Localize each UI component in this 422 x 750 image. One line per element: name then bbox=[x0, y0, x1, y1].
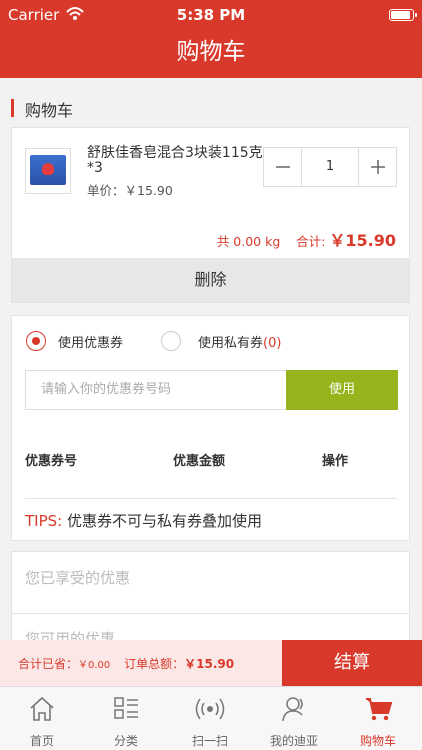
decrease-quantity-button[interactable] bbox=[264, 148, 302, 186]
item-summary: 共 0.00 kg 合计: ￥15.90 bbox=[217, 227, 396, 251]
unit-price: 单价：￥15.90 bbox=[87, 183, 173, 198]
minus-icon bbox=[275, 166, 290, 168]
coupon-tips: TIPS: 优惠券不可与私有券叠加使用 bbox=[25, 510, 262, 531]
tips-text: 优惠券不可与私有券叠加使用 bbox=[67, 512, 263, 530]
cart-section-header: 购物车 bbox=[0, 90, 422, 124]
coupon-code-input[interactable]: 请输入你的优惠券号码 bbox=[25, 370, 287, 410]
battery-icon bbox=[389, 9, 417, 21]
subtotal-label: 合计: bbox=[296, 234, 326, 249]
apply-coupon-button[interactable]: 使用 bbox=[286, 370, 398, 410]
use-private-coupon-radio[interactable] bbox=[161, 331, 181, 351]
tab-my-account[interactable]: 我的迪亚 bbox=[252, 687, 336, 750]
order-total-value: ￥15.90 bbox=[184, 657, 235, 671]
delete-button[interactable]: 删除 bbox=[12, 258, 409, 302]
tab-label: 购物车 bbox=[359, 734, 396, 748]
enjoyed-discounts-title: 您已享受的优惠 bbox=[25, 569, 131, 587]
checkout-bar: 合计已省：￥0.00 订单总额：￥15.90 结算 bbox=[0, 640, 422, 686]
quantity-stepper: 1 bbox=[263, 147, 397, 187]
use-coupon-radio[interactable] bbox=[26, 331, 46, 351]
cart-section-title: 购物车 bbox=[25, 101, 74, 120]
status-bar: Carrier 5:38 PM bbox=[0, 0, 422, 30]
status-time: 5:38 PM bbox=[176, 6, 246, 24]
tab-home[interactable]: 首页 bbox=[0, 687, 84, 750]
quantity-input[interactable]: 1 bbox=[302, 148, 358, 186]
tab-category[interactable]: 分类 bbox=[84, 687, 168, 750]
order-total-label: 订单总额： bbox=[124, 657, 185, 671]
cart-icon bbox=[336, 695, 420, 723]
home-icon bbox=[0, 695, 84, 723]
section-accent-bar bbox=[11, 99, 14, 117]
subtotal-value: ￥15.90 bbox=[329, 231, 396, 250]
product-thumbnail[interactable] bbox=[25, 148, 71, 194]
private-coupon-text: 使用私有券 bbox=[198, 336, 264, 351]
tab-scan[interactable]: 扫一扫 bbox=[168, 687, 252, 750]
tab-label: 扫一扫 bbox=[191, 734, 228, 748]
use-coupon-label[interactable]: 使用优惠券 bbox=[58, 332, 123, 351]
saved-value: ￥0.00 bbox=[78, 660, 111, 671]
checkout-button[interactable]: 结算 bbox=[282, 640, 422, 686]
product-name[interactable]: 舒肤佳香皂混合3块装115克*3 bbox=[87, 146, 277, 176]
page-title: 购物车 bbox=[176, 39, 246, 65]
tab-label: 我的迪亚 bbox=[269, 734, 318, 748]
tab-label: 分类 bbox=[113, 734, 138, 748]
tab-label: 首页 bbox=[29, 734, 54, 748]
plus-icon bbox=[370, 160, 385, 174]
use-private-coupon-label[interactable]: 使用私有券(0) bbox=[198, 332, 281, 351]
divider bbox=[25, 498, 397, 499]
user-icon bbox=[252, 695, 336, 723]
coupon-action-header: 操作 bbox=[322, 454, 349, 469]
coupon-card: 使用优惠券 使用私有券(0) 请输入你的优惠券号码 使用 优惠券号 优惠金额 操… bbox=[11, 315, 410, 541]
discounts-card: 您已享受的优惠 您可用的优惠 bbox=[11, 551, 410, 651]
cart-item-card: 舒肤佳香皂混合3块装115克*3 单价：￥15.90 1 共 0.00 kg 合… bbox=[11, 127, 410, 303]
scan-icon bbox=[168, 695, 252, 723]
saved-label: 合计已省： bbox=[18, 657, 79, 671]
coupon-number-header: 优惠券号 bbox=[25, 454, 78, 469]
item-weight: 共 0.00 kg bbox=[216, 234, 281, 249]
nav-bar: 购物车 bbox=[0, 30, 422, 78]
coupon-amount-header: 优惠金额 bbox=[173, 454, 226, 469]
increase-quantity-button[interactable] bbox=[358, 148, 396, 186]
category-icon bbox=[84, 695, 168, 723]
tab-bar: 首页 分类 扫一扫 我的迪亚 购物车 bbox=[0, 686, 422, 750]
divider bbox=[12, 613, 409, 614]
tips-label: TIPS: bbox=[25, 512, 63, 530]
checkout-summary: 合计已省：￥0.00 订单总额：￥15.90 bbox=[18, 655, 234, 672]
private-coupon-count: (0) bbox=[263, 336, 282, 351]
tab-cart[interactable]: 购物车 bbox=[336, 687, 420, 750]
